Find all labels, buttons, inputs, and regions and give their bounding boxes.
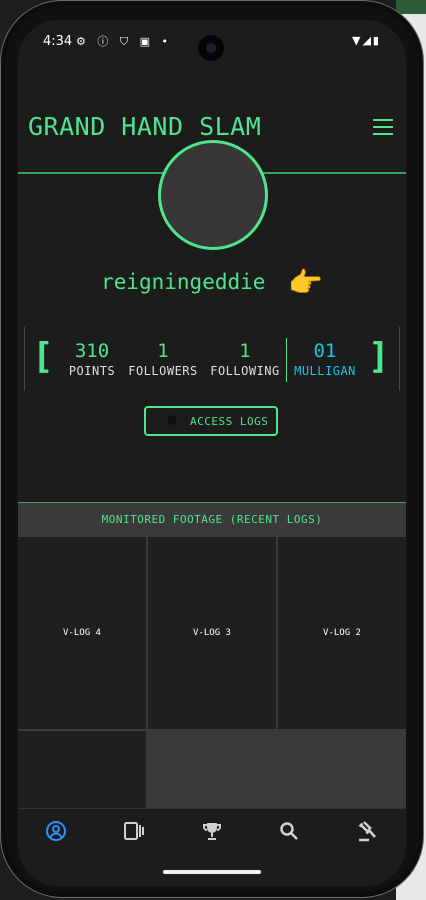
stat-points[interactable]: 310 POINTS <box>62 340 122 378</box>
status-icons-left: ⚙ ⓘ ⛉ ▣ • <box>76 35 172 48</box>
home-indicator[interactable] <box>163 870 261 874</box>
vlog-label: V-LOG 3 <box>193 628 231 638</box>
app-title: GRAND HAND SLAM <box>28 112 262 141</box>
camera-cutout <box>198 35 224 61</box>
vlog-tile[interactable]: V-LOG 3 <box>148 537 276 729</box>
profile-name-row: reigningeddie 👉 <box>18 266 406 299</box>
status-bar: 4:34 ⚙ ⓘ ⛉ ▣ • ▼◢▮ <box>18 20 406 64</box>
stats-right-edge <box>399 327 400 391</box>
menu-icon-line <box>373 126 393 128</box>
stat-mulligan[interactable]: 01 MULLIGAN <box>292 340 358 378</box>
stat-followers[interactable]: 1 FOLLOWERS <box>126 340 200 378</box>
vlog-tile[interactable]: V-LOG 2 <box>278 537 406 729</box>
stat-label: FOLLOWERS <box>128 364 198 378</box>
trophy-icon[interactable] <box>200 819 224 843</box>
search-icon[interactable] <box>277 819 301 843</box>
cards-icon[interactable] <box>122 819 146 843</box>
stats-divider <box>286 338 287 382</box>
stats-bracket-right: ] <box>368 336 390 377</box>
gavel-icon[interactable] <box>355 819 379 843</box>
stat-value: 1 <box>157 340 169 362</box>
vlog-label: V-LOG 4 <box>63 628 101 638</box>
status-icons-right: ▼◢▮ <box>352 34 381 47</box>
app-screen: 4:34 ⚙ ⓘ ⛉ ▣ • ▼◢▮ GRAND HAND SLAM reign… <box>18 20 406 886</box>
stat-label: POINTS <box>68 364 116 378</box>
stat-value: 01 <box>313 340 337 362</box>
stat-value: 1 <box>239 340 251 362</box>
profile-icon[interactable] <box>44 819 68 843</box>
desktop-corner <box>396 0 426 14</box>
status-time: 4:34 <box>43 34 73 49</box>
bottom-nav <box>18 808 406 861</box>
vlog-tile-empty[interactable] <box>18 731 146 808</box>
vlog-label: V-LOG 2 <box>323 628 361 638</box>
menu-icon-line <box>373 119 393 121</box>
stat-label: FOLLOWING <box>210 364 280 378</box>
avatar[interactable] <box>158 140 268 250</box>
menu-icon-line <box>373 133 393 135</box>
stat-following[interactable]: 1 FOLLOWING <box>210 340 280 378</box>
stat-label: MULLIGAN <box>294 364 356 378</box>
bell-icon <box>166 415 178 427</box>
vlog-tile[interactable]: V-LOG 4 <box>18 537 146 729</box>
footage-grid: V-LOG 4 V-LOG 3 V-LOG 2 <box>18 537 406 808</box>
footage-header: MONITORED FOOTAGE (RECENT LOGS) <box>18 503 406 537</box>
stats-bracket-left: [ <box>32 336 54 377</box>
access-logs-button[interactable]: ACCESS LOGS <box>144 406 278 436</box>
menu-icon[interactable] <box>373 119 393 135</box>
stats-left-edge <box>24 327 25 391</box>
stat-value: 310 <box>74 340 110 362</box>
access-logs-label: ACCESS LOGS <box>190 415 269 428</box>
username: reigningeddie <box>101 270 266 294</box>
pointing-hand-emoji: 👉 <box>288 266 323 299</box>
